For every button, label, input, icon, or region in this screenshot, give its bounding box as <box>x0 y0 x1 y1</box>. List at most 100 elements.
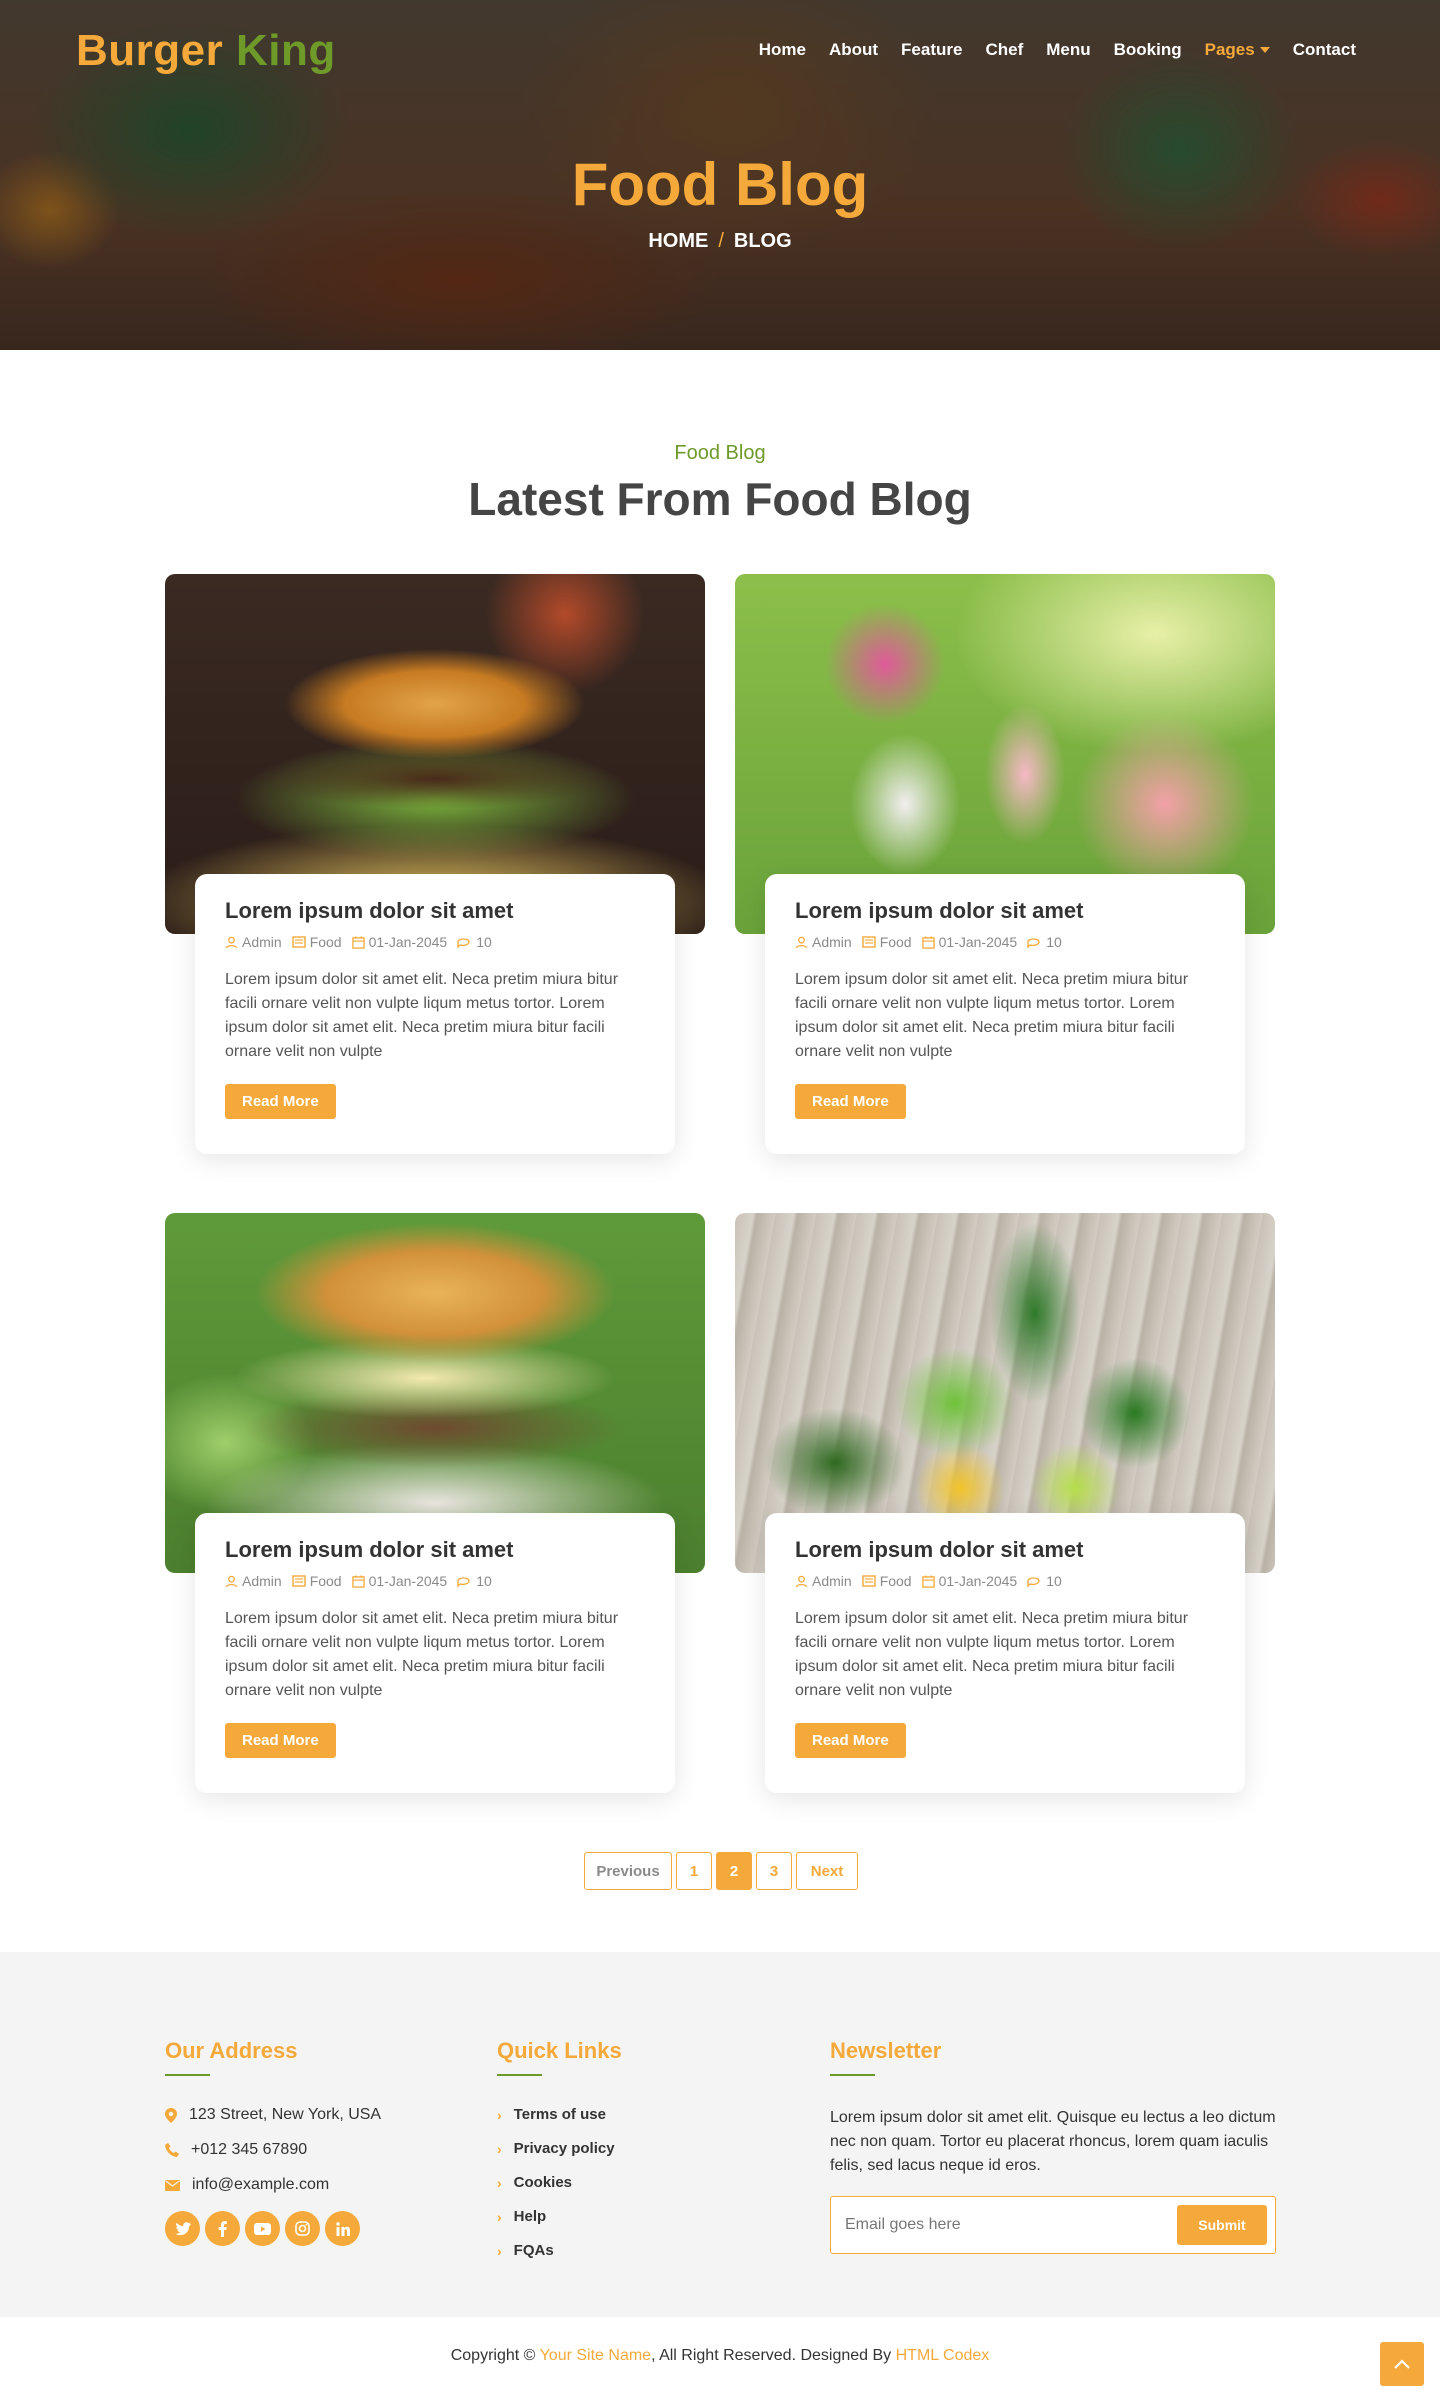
copyright-site-link[interactable]: Your Site Name <box>540 2347 651 2364</box>
post-title[interactable]: Lorem ipsum dolor sit amet <box>225 898 645 924</box>
footer-newsletter: Newsletter Lorem ipsum dolor sit amet el… <box>830 2038 1280 2254</box>
post-title[interactable]: Lorem ipsum dolor sit amet <box>795 898 1215 924</box>
nav-item-about[interactable]: About <box>829 40 878 60</box>
chevron-right-icon: › <box>497 2140 502 2157</box>
facebook-icon[interactable] <box>205 2211 240 2246</box>
post-comments-count: 10 <box>476 1573 492 1589</box>
post-comments: 10 <box>457 934 492 950</box>
post-category-label: Food <box>879 1573 912 1589</box>
address-phone: +012 345 67890 <box>165 2141 381 2159</box>
pagination-next[interactable]: Next <box>796 1852 858 1890</box>
read-more-button[interactable]: Read More <box>225 1723 336 1758</box>
section-title: Latest From Food Blog <box>468 473 972 525</box>
comments-icon <box>457 937 470 949</box>
calendar-icon <box>351 1574 365 1588</box>
nav-item-pages[interactable]: Pages <box>1205 40 1270 60</box>
post-category-label: Food <box>879 934 912 950</box>
post-date: 01-Jan-2045 <box>921 934 1018 950</box>
nav-item-home[interactable]: Home <box>759 40 806 60</box>
blog-post-card: Lorem ipsum dolor sit amet Admin Food 01… <box>765 1513 1245 1793</box>
blog-post: Lorem ipsum dolor sit amet Admin Food 01… <box>165 1213 705 1793</box>
comments-icon <box>1027 1576 1040 1588</box>
chevron-right-icon: › <box>497 2174 502 2191</box>
post-date: 01-Jan-2045 <box>351 1573 447 1589</box>
folder-icon <box>861 1575 876 1587</box>
chevron-right-icon: › <box>497 2106 502 2123</box>
pagination-previous[interactable]: Previous <box>584 1852 672 1890</box>
brand-word-1: Burger <box>76 26 224 75</box>
read-more-button[interactable]: Read More <box>225 1084 336 1119</box>
pagination-page-3[interactable]: 3 <box>756 1852 792 1890</box>
breadcrumb-blog: BLOG <box>733 230 792 252</box>
read-more-button[interactable]: Read More <box>795 1723 906 1758</box>
post-meta: Admin Food 01-Jan-2045 10 <box>795 934 1215 950</box>
comments-icon <box>457 1576 470 1588</box>
blog-post-card: Lorem ipsum dolor sit amet Admin Food 01… <box>195 874 675 1154</box>
nav-item-booking[interactable]: Booking <box>1114 40 1182 60</box>
post-title[interactable]: Lorem ipsum dolor sit amet <box>795 1537 1215 1563</box>
back-to-top-button[interactable] <box>1380 2342 1424 2386</box>
read-more-button[interactable]: Read More <box>795 1084 906 1119</box>
calendar-icon <box>921 1574 935 1588</box>
brand-logo[interactable]: Burger King <box>76 26 336 76</box>
blog-post: Lorem ipsum dolor sit amet Admin Food 01… <box>735 1213 1275 1793</box>
quick-link-cookies[interactable]: › Cookies <box>497 2174 622 2191</box>
address-phone-label: +012 345 67890 <box>191 2141 308 2158</box>
newsletter-text: Lorem ipsum dolor sit amet elit. Quisque… <box>830 2109 1276 2174</box>
quick-link-label: Terms of use <box>513 2106 606 2123</box>
post-meta: Admin Food 01-Jan-2045 10 <box>795 1573 1215 1589</box>
post-author-label: Admin <box>812 934 852 950</box>
post-excerpt: Lorem ipsum dolor sit amet elit. Neca pr… <box>225 971 619 1060</box>
post-excerpt: Lorem ipsum dolor sit amet elit. Neca pr… <box>795 971 1189 1060</box>
footer-quick-links: Quick Links › Terms of use › Privacy polic… <box>497 2038 622 2276</box>
post-title[interactable]: Lorem ipsum dolor sit amet <box>225 1537 645 1563</box>
post-author-label: Admin <box>242 1573 282 1589</box>
newsletter-submit-button[interactable]: Submit <box>1177 2205 1267 2245</box>
pagination-page-1[interactable]: 1 <box>676 1852 712 1890</box>
user-icon <box>225 1575 238 1587</box>
quick-link-faqs[interactable]: › FQAs <box>497 2242 622 2259</box>
post-date: 01-Jan-2045 <box>921 1573 1017 1589</box>
chevron-right-icon: › <box>497 2208 502 2225</box>
copyright-designer-link[interactable]: HTML Codex <box>896 2347 990 2364</box>
copyright-middle: , All Right Reserved. Designed By <box>651 2347 896 2364</box>
post-comments: 10 <box>1027 1573 1062 1589</box>
linkedin-icon[interactable] <box>325 2211 360 2246</box>
post-author: Admin <box>225 934 282 950</box>
footer-quick-links-heading: Quick Links <box>497 2038 622 2076</box>
post-date-label: 01-Jan-2045 <box>938 934 1018 950</box>
quick-link-terms[interactable]: › Terms of use <box>497 2106 622 2123</box>
breadcrumb-separator: / <box>718 230 724 252</box>
instagram-icon[interactable] <box>285 2211 320 2246</box>
twitter-icon[interactable] <box>165 2211 200 2246</box>
copyright-prefix: Copyright © <box>450 2347 540 2364</box>
newsletter-form: Submit <box>830 2196 1276 2254</box>
post-author: Admin <box>795 934 852 950</box>
quick-link-privacy[interactable]: › Privacy policy <box>497 2140 622 2157</box>
youtube-icon[interactable] <box>245 2211 280 2246</box>
nav-item-menu[interactable]: Menu <box>1046 40 1090 60</box>
quick-link-label: Help <box>513 2208 547 2225</box>
copyright-bar: Copyright © Your Site Name, All Right Re… <box>0 2317 1440 2402</box>
folder-icon <box>861 936 876 948</box>
post-meta: Admin Food 01-Jan-2045 10 <box>225 934 645 950</box>
quick-link-help[interactable]: › Help <box>497 2208 622 2225</box>
post-comments-count: 10 <box>476 934 492 950</box>
nav-item-feature[interactable]: Feature <box>901 40 962 60</box>
breadcrumb-home[interactable]: HOME <box>648 230 708 252</box>
brand-word-2: King <box>235 26 336 75</box>
post-date: 01-Jan-2045 <box>351 934 448 950</box>
envelope-icon <box>165 2179 180 2191</box>
post-date-label: 01-Jan-2045 <box>368 934 448 950</box>
pagination-page-2[interactable]: 2 <box>716 1852 752 1890</box>
caret-down-icon <box>1259 47 1270 53</box>
quick-link-label: Cookies <box>513 2174 573 2191</box>
newsletter-email-input[interactable] <box>845 2197 1155 2253</box>
social-links <box>165 2211 381 2246</box>
breadcrumb: HOME / BLOG <box>0 230 1440 253</box>
nav-item-chef[interactable]: Chef <box>985 40 1023 60</box>
phone-icon <box>165 2143 179 2157</box>
user-icon <box>225 936 238 948</box>
post-comments: 10 <box>1027 934 1062 950</box>
nav-item-contact[interactable]: Contact <box>1293 40 1356 60</box>
